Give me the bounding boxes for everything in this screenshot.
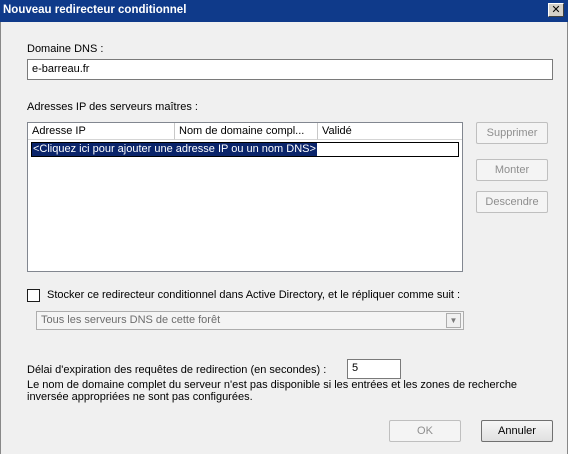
timeout-input[interactable]: 5 bbox=[347, 359, 401, 379]
timeout-label: Délai d'expiration des requêtes de redir… bbox=[27, 364, 327, 376]
master-servers-label: Adresses IP des serveurs maîtres : bbox=[27, 101, 198, 113]
column-header-validated[interactable]: Validé bbox=[318, 123, 462, 140]
info-note: Le nom de domaine complet du serveur n'e… bbox=[27, 379, 518, 403]
store-in-ad-label: Stocker ce redirecteur conditionnel dans… bbox=[47, 289, 461, 301]
close-icon: ✕ bbox=[551, 4, 561, 16]
replication-scope-value: Tous les serveurs DNS de cette forêt bbox=[41, 314, 221, 326]
ok-button[interactable]: OK bbox=[389, 420, 461, 442]
move-down-button[interactable]: Descendre bbox=[476, 191, 548, 213]
dns-domain-input[interactable]: e-barreau.fr bbox=[27, 59, 553, 80]
list-header: Adresse IP Nom de domaine compl... Valid… bbox=[28, 123, 462, 141]
timeout-value: 5 bbox=[352, 362, 359, 374]
dropdown-arrow-icon: ▼ bbox=[446, 313, 461, 328]
title-bar[interactable]: Nouveau redirecteur conditionnel ✕ bbox=[0, 0, 568, 22]
window-title: Nouveau redirecteur conditionnel bbox=[3, 4, 187, 16]
column-header-ip[interactable]: Adresse IP bbox=[28, 123, 175, 140]
close-button[interactable]: ✕ bbox=[548, 3, 564, 17]
dialog-body: Domaine DNS : e-barreau.fr Adresses IP d… bbox=[0, 22, 568, 454]
master-servers-list[interactable]: Adresse IP Nom de domaine compl... Valid… bbox=[27, 122, 463, 272]
replication-scope-select[interactable]: Tous les serveurs DNS de cette forêt ▼ bbox=[36, 311, 464, 330]
move-up-button[interactable]: Monter bbox=[476, 159, 548, 181]
delete-button[interactable]: Supprimer bbox=[476, 122, 548, 144]
column-header-fqdn[interactable]: Nom de domaine compl... bbox=[175, 123, 318, 140]
store-in-ad-checkbox[interactable] bbox=[27, 289, 40, 302]
cancel-button[interactable]: Annuler bbox=[481, 420, 553, 442]
add-entry-placeholder: <Cliquez ici pour ajouter une adresse IP… bbox=[32, 143, 317, 156]
dns-domain-value: e-barreau.fr bbox=[32, 63, 90, 75]
dns-domain-label: Domaine DNS : bbox=[27, 43, 104, 55]
add-entry-row[interactable]: <Cliquez ici pour ajouter une adresse IP… bbox=[31, 142, 459, 157]
